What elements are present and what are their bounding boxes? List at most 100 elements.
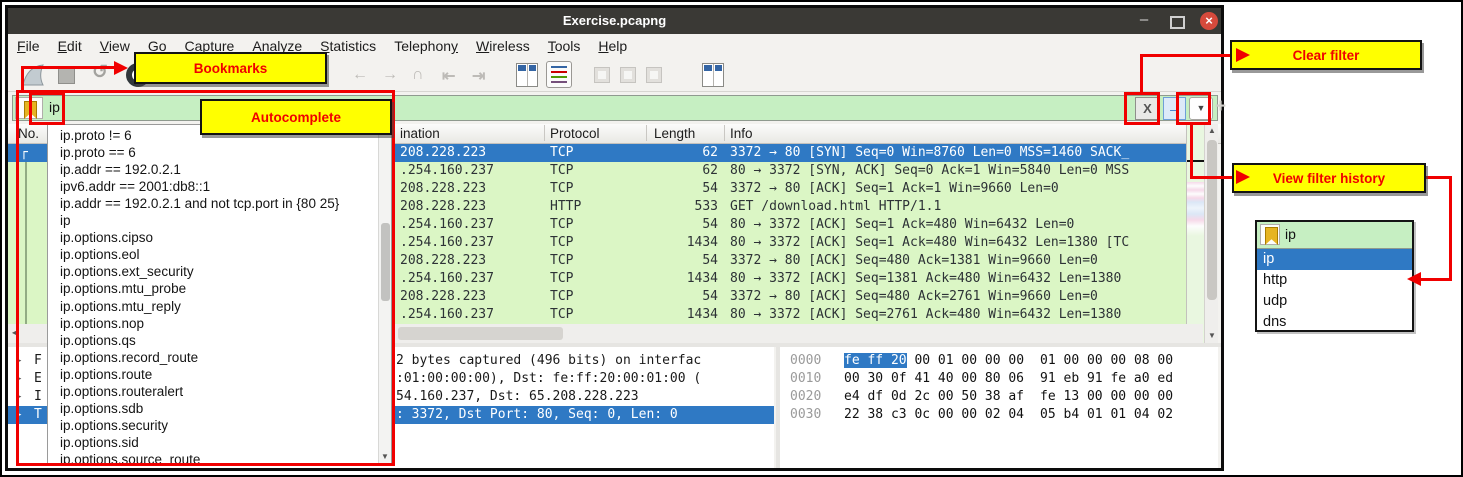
cell-info: 3372 → 80 [ACK] Seq=480 Ack=1381 Win=966… (730, 252, 1098, 270)
history-bookmark-button (1260, 224, 1280, 245)
cell-destination: .254.160.237 (400, 216, 494, 234)
details-text: 54.160.237, Dst: 65.208.228.223 (396, 388, 639, 406)
menu-file[interactable]: File (8, 34, 49, 58)
zoom-in-icon[interactable] (594, 67, 610, 83)
column-length[interactable]: Length (654, 125, 695, 143)
hex-bytes[interactable]: 00 30 0f 41 40 00 80 0691 eb 91 fe a0 ed (844, 370, 1173, 388)
history-item[interactable]: http (1257, 270, 1412, 291)
title-bar[interactable]: Exercise.pcapng – × (8, 8, 1221, 34)
cell-protocol: TCP (550, 270, 573, 288)
menu-tools[interactable]: Tools (539, 34, 590, 58)
cell-length: 54 (638, 252, 718, 270)
annotation-line (1190, 123, 1193, 179)
minimize-button[interactable]: – (1132, 8, 1156, 34)
hex-row[interactable]: 001000 30 0f 41 40 00 80 0691 eb 91 fe a… (780, 370, 1218, 388)
add-filter-expression-icon[interactable]: + (1215, 96, 1226, 118)
cell-length: 533 (638, 198, 718, 216)
hex-row[interactable]: 003022 38 c3 0c 00 00 02 0405 b4 01 01 0… (780, 406, 1218, 424)
history-item[interactable]: ip (1257, 249, 1412, 270)
autoscroll-icon[interactable] (516, 63, 538, 87)
annotation-arrow (1407, 272, 1421, 286)
cell-destination: .254.160.237 (400, 270, 494, 288)
menu-view[interactable]: View (91, 34, 139, 58)
cell-info: 80 → 3372 [SYN, ACK] Seq=0 Ack=1 Win=584… (730, 162, 1129, 180)
column-destination[interactable]: ination (400, 125, 440, 143)
cell-info: 3372 → 80 [ACK] Seq=1 Ack=1 Win=9660 Len… (730, 180, 1059, 198)
window-title: Exercise.pcapng (8, 8, 1221, 34)
scroll-up-icon[interactable]: ▲ (1205, 124, 1219, 138)
screenshot-canvas: Exercise.pcapng – × FileEditViewGoCaptur… (0, 0, 1463, 477)
annotation-line (1140, 54, 1143, 94)
history-item[interactable]: udp (1257, 291, 1412, 312)
hex-row[interactable]: 0000fe ff 20 00 01 00 00 0001 00 00 00 0… (780, 352, 1218, 370)
cell-length: 1434 (638, 234, 718, 252)
first-packet-icon[interactable]: ⇤ (442, 66, 455, 86)
menu-help[interactable]: Help (589, 34, 636, 58)
menu-wireless[interactable]: Wireless (467, 34, 539, 58)
stop-capture-icon[interactable] (58, 67, 75, 84)
annotation-line (1420, 278, 1452, 281)
callout-autocomplete: Autocomplete (200, 99, 392, 135)
hex-selected-bytes[interactable]: fe ff 20 (844, 353, 907, 368)
column-protocol[interactable]: Protocol (550, 125, 600, 143)
cell-length: 54 (638, 288, 718, 306)
callout-clear-filter-label: Clear filter (1293, 48, 1360, 63)
cell-protocol: TCP (550, 162, 573, 180)
last-packet-icon[interactable]: ⇥ (472, 66, 485, 86)
annotation-line (1449, 176, 1452, 281)
resize-columns-icon[interactable] (702, 63, 724, 87)
menu-telephony[interactable]: Telephony (385, 34, 467, 58)
details-text: :01:00:00:00), Dst: fe:ff:20:00:01:00 ( (396, 370, 701, 388)
packet-list-minimap[interactable] (1186, 124, 1204, 343)
cell-destination: 208.228.223 (400, 180, 486, 198)
cell-protocol: TCP (550, 252, 573, 270)
restore-icon[interactable] (1170, 16, 1185, 29)
hscroll-thumb[interactable] (398, 327, 563, 340)
callout-clear-filter: Clear filter (1230, 40, 1422, 70)
goto-packet-icon[interactable]: ∩ (412, 66, 424, 84)
cell-protocol: TCP (550, 144, 573, 162)
menu-edit[interactable]: Edit (49, 34, 91, 58)
annotation-rect-clear (1124, 92, 1160, 125)
hex-bytes[interactable]: fe ff 20 00 01 00 00 0001 00 00 00 08 00 (844, 352, 1173, 370)
cell-info: 80 → 3372 [ACK] Seq=1381 Ack=480 Win=643… (730, 270, 1121, 288)
annotation-arrow (1236, 170, 1250, 184)
back-icon[interactable]: ← (352, 66, 368, 84)
callout-autocomplete-label: Autocomplete (251, 110, 341, 125)
column-info[interactable]: Info (730, 125, 753, 143)
hex-bytes-group2: fe 13 00 00 00 00 (1040, 389, 1173, 404)
zoom-original-icon[interactable] (646, 67, 662, 83)
forward-icon[interactable]: → (382, 66, 398, 84)
hex-row[interactable]: 0020 e4 df 0d 2c 00 50 38 affe 13 00 00 0… (780, 388, 1218, 406)
filter-history-popup: ip iphttpudpdns (1255, 220, 1414, 332)
close-icon[interactable]: × (1200, 12, 1218, 30)
scroll-down-icon[interactable]: ▼ (1205, 329, 1219, 343)
cell-info: 80 → 3372 [ACK] Seq=1 Ack=480 Win=6432 L… (730, 234, 1129, 252)
cell-destination: .254.160.237 (400, 234, 494, 252)
cell-length: 54 (638, 180, 718, 198)
cell-protocol: TCP (550, 180, 573, 198)
restart-capture-icon[interactable]: ↺ (92, 61, 108, 84)
hex-bytes[interactable]: e4 df 0d 2c 00 50 38 affe 13 00 00 00 00 (844, 388, 1173, 406)
annotation-line (1140, 54, 1240, 57)
zoom-out-icon[interactable] (620, 67, 636, 83)
hex-offset: 0020 (790, 388, 821, 406)
vscroll-thumb[interactable] (1207, 140, 1217, 300)
cell-info: GET /download.html HTTP/1.1 (730, 198, 941, 216)
annotation-line (21, 66, 115, 69)
cell-info: 80 → 3372 [ACK] Seq=2761 Ack=480 Win=643… (730, 306, 1121, 324)
cell-destination: 208.228.223 (400, 288, 486, 306)
cell-protocol: TCP (550, 216, 573, 234)
bookmark-icon (1265, 227, 1278, 245)
history-item[interactable]: dns (1257, 312, 1412, 333)
colorize-icon[interactable] (546, 61, 572, 88)
hex-bytes-group2: 91 eb 91 fe a0 ed (1040, 371, 1173, 386)
hex-bytes[interactable]: 22 38 c3 0c 00 00 02 0405 b4 01 01 04 02 (844, 406, 1173, 424)
callout-bookmarks: Bookmarks (134, 52, 327, 84)
packet-list-vscrollbar[interactable]: ▲ ▼ (1204, 124, 1218, 343)
cell-protocol: TCP (550, 234, 573, 252)
cell-protocol: HTTP (550, 198, 581, 216)
cell-length: 54 (638, 216, 718, 234)
cell-destination: .254.160.237 (400, 306, 494, 324)
cell-destination: .254.160.237 (400, 162, 494, 180)
